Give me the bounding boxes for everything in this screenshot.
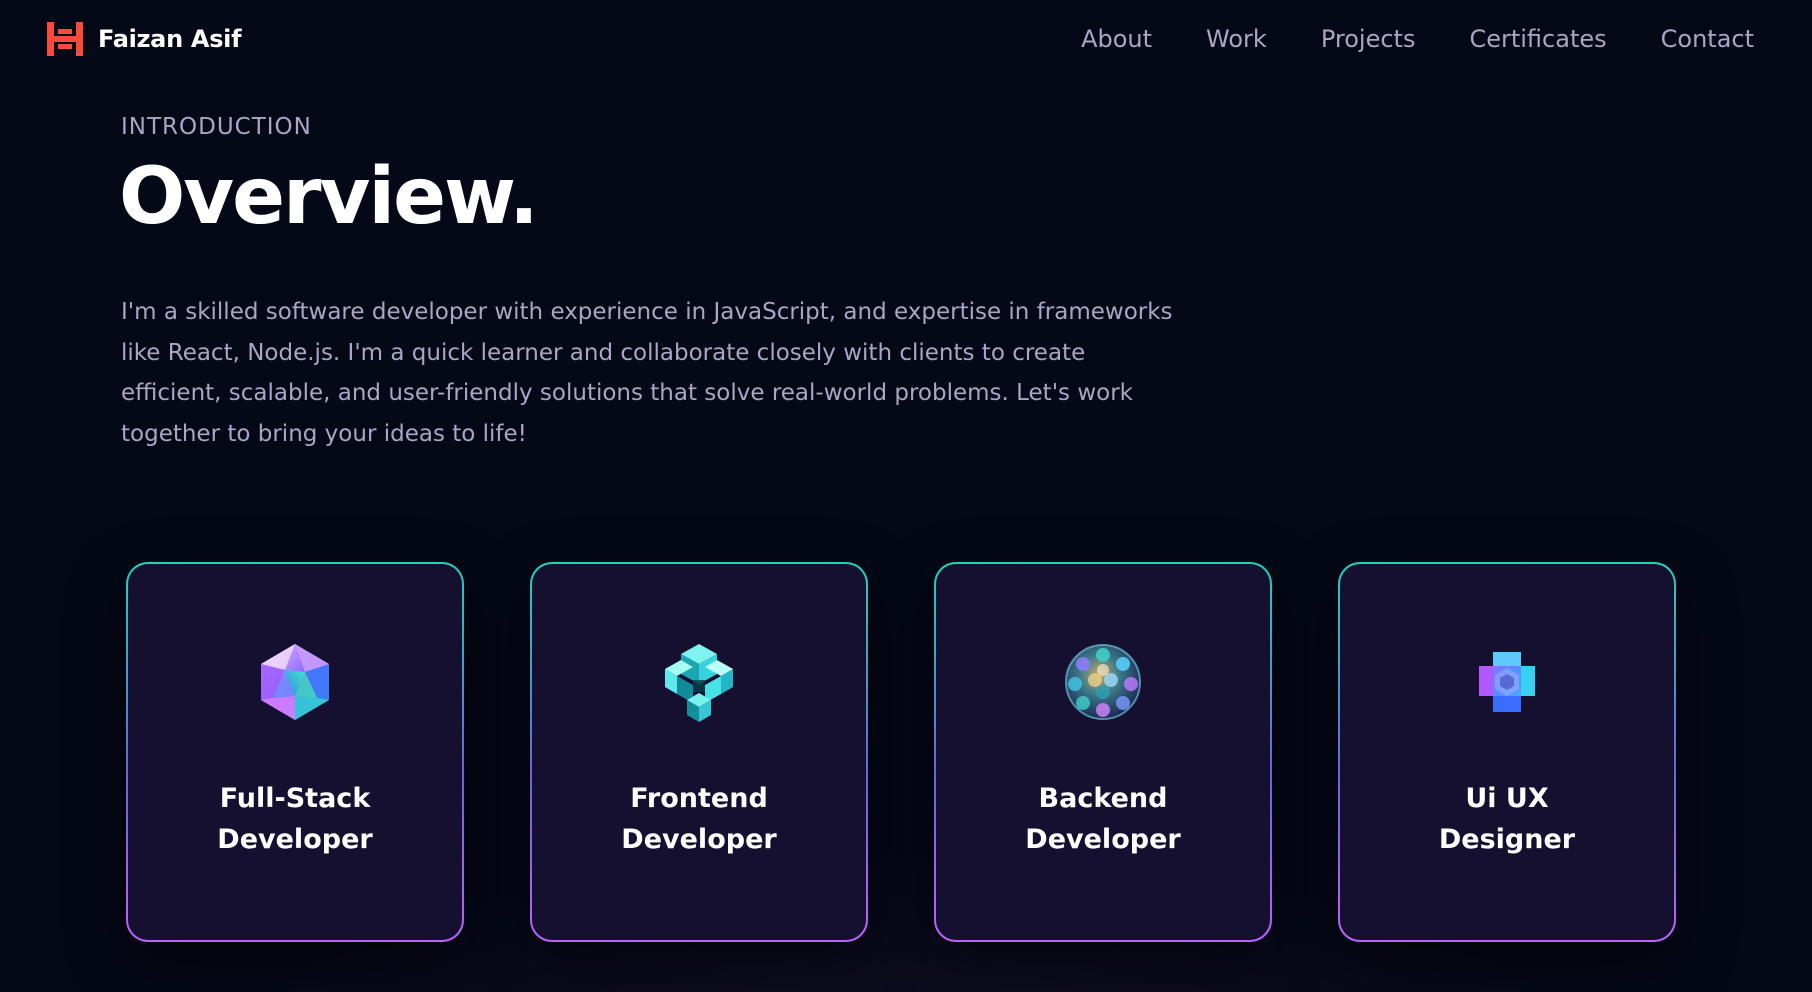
nav-link-certificates[interactable]: Certificates xyxy=(1469,20,1606,58)
service-title: Frontend Developer xyxy=(621,783,777,855)
overview-paragraph: I'm a skilled software developer with ex… xyxy=(121,299,1173,447)
brand-name: Faizan Asif xyxy=(98,25,242,53)
cross-shape-icon xyxy=(1479,652,1535,712)
service-card-backend[interactable]: Backend Developer xyxy=(934,562,1272,942)
sphere-icon xyxy=(1065,644,1141,720)
service-title: Backend Developer xyxy=(1025,783,1181,855)
icosahedron-icon xyxy=(261,644,329,720)
brand-link[interactable]: Faizan Asif xyxy=(46,20,242,58)
service-card-uiux[interactable]: Ui UX Designer xyxy=(1338,562,1676,942)
section-subtitle: INTRODUCTION xyxy=(121,114,312,140)
portfolio-page: Faizan Asif About Work Projects Certific… xyxy=(0,0,1812,992)
service-card-frontend[interactable]: Frontend Developer xyxy=(530,562,868,942)
nav-links: About Work Projects Certificates Contact xyxy=(1027,20,1754,58)
nav-link-work[interactable]: Work xyxy=(1206,20,1267,58)
service-card-body: Ui UX Designer xyxy=(1340,564,1674,940)
service-card-full-stack[interactable]: Full-Stack Developer xyxy=(126,562,464,942)
service-title: Full-Stack Developer xyxy=(217,783,373,855)
logo-icon xyxy=(47,22,83,56)
service-card-body: Full-Stack Developer xyxy=(128,564,462,940)
service-card-body: Frontend Developer xyxy=(532,564,866,940)
nav-link-projects[interactable]: Projects xyxy=(1321,20,1416,58)
service-title: Ui UX Designer xyxy=(1438,783,1576,855)
service-cards: Full-Stack Developer Frontend Developer … xyxy=(126,562,1676,942)
service-card-body: Backend Developer xyxy=(936,564,1270,940)
section-heading: Overview. xyxy=(119,152,539,242)
navbar: Faizan Asif About Work Projects Certific… xyxy=(0,0,1812,78)
nav-link-about[interactable]: About xyxy=(1081,20,1152,58)
cube-cluster-icon xyxy=(665,644,733,722)
nav-link-contact[interactable]: Contact xyxy=(1661,20,1754,58)
